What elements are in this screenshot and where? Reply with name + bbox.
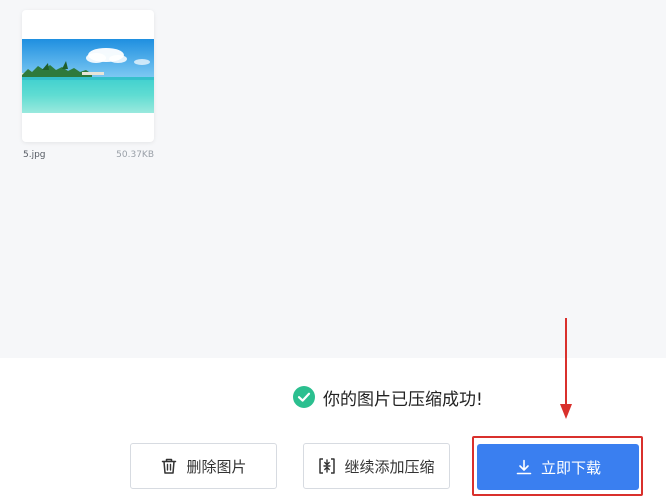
continue-compress-label: 继续添加压缩 — [344, 457, 435, 476]
download-now-label: 立即下载 — [540, 458, 601, 477]
delete-image-button[interactable]: 删除图片 — [130, 443, 277, 489]
continue-compress-button[interactable]: 继续添加压缩 — [303, 443, 450, 489]
file-name: 5.jpg — [23, 150, 46, 160]
file-card[interactable] — [22, 10, 154, 142]
file-size: 50.37KB — [116, 150, 154, 160]
success-message: 你的图片已压缩成功! — [293, 385, 483, 410]
trash-icon — [162, 458, 177, 474]
delete-image-label: 删除图片 — [186, 457, 247, 476]
image-thumbnail — [22, 39, 154, 113]
annotation-arrow — [560, 318, 572, 419]
success-text: 你的图片已压缩成功! — [323, 389, 483, 410]
download-now-button[interactable]: 立即下载 — [477, 444, 639, 490]
download-icon — [516, 459, 532, 475]
check-circle-icon — [293, 386, 315, 408]
upload-area: 5.jpg 50.37KB — [0, 0, 666, 358]
file-meta: 5.jpg 50.37KB — [22, 148, 154, 162]
compress-icon — [319, 458, 336, 474]
